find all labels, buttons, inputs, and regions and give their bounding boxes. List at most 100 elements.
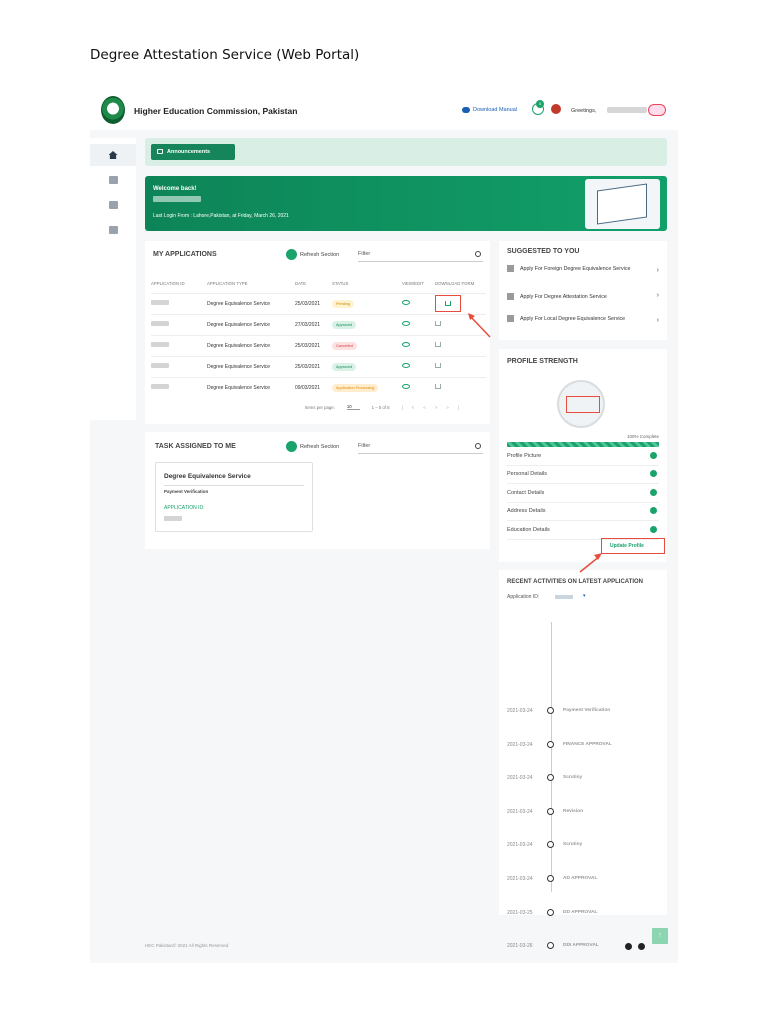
profile-item[interactable]: Contact Details — [507, 485, 659, 503]
eye-icon[interactable] — [402, 321, 410, 326]
eye-icon[interactable] — [402, 384, 410, 390]
download-icon[interactable] — [435, 342, 441, 347]
profile-item[interactable]: Address Details — [507, 503, 659, 521]
view-edit-cell — [402, 355, 435, 377]
table-row[interactable]: Degree Equivalence Service 25/03/2021 Ap… — [151, 355, 486, 377]
top-bar: Higher Education Commission, Pakistan Do… — [90, 90, 678, 130]
check-circle-icon — [650, 470, 657, 477]
redacted-id — [151, 363, 169, 368]
service-icon — [507, 315, 514, 322]
timeline-label: DDI APPROVAL — [563, 943, 599, 949]
timeline-line — [551, 622, 552, 892]
table-row[interactable]: Degree Equivalence Service 25/03/2021 Pe… — [151, 292, 486, 314]
timeline-dot-icon — [547, 841, 554, 849]
download-icon[interactable] — [435, 384, 441, 390]
timeline-item: 2021-03-24 Scrutiny — [507, 841, 662, 850]
portal-screenshot: Higher Education Commission, Pakistan Do… — [90, 90, 678, 963]
pagination-nav-icons[interactable]: |<<>>| — [402, 405, 468, 410]
search-icon — [475, 251, 481, 257]
redacted-id — [151, 300, 169, 305]
chevron-right-icon: › — [656, 292, 659, 299]
announcements-button[interactable]: Announcements — [151, 144, 235, 160]
view-edit-cell — [402, 334, 435, 356]
download-manual-link[interactable]: Download Manual — [462, 107, 517, 113]
download-highlight-box — [435, 295, 461, 312]
recent-activities-card: RECENT ACTIVITIES ON LATEST APPLICATION … — [499, 570, 667, 950]
table-row[interactable]: Degree Equivalence Service 25/03/2021 Ca… — [151, 334, 486, 356]
sidebar-item-home[interactable] — [90, 144, 136, 166]
sidebar-item-bank[interactable] — [90, 219, 136, 241]
tasks-title: TASK ASSIGNED TO ME — [155, 443, 236, 450]
check-circle-icon — [650, 489, 657, 496]
chevron-right-icon: › — [656, 267, 659, 274]
timeline-label: Scrutiny — [563, 842, 583, 848]
download-icon[interactable] — [435, 321, 441, 326]
sidebar — [90, 138, 136, 420]
tasks-refresh-button[interactable]: Refresh Section — [286, 441, 339, 452]
column-header: DATE — [295, 281, 307, 287]
profile-item-label: Profile Picture — [507, 453, 542, 459]
status-badge: Approved — [332, 362, 357, 371]
application-id-label: APPLICATION ID: — [164, 505, 205, 511]
table-row[interactable]: Degree Equivalence Service 27/03/2021 Ap… — [151, 313, 486, 335]
application-id-select-label: Application ID: — [507, 594, 540, 600]
column-header: APPLICATION ID — [151, 281, 185, 287]
timeline-date: 2021-03-24 — [507, 842, 533, 849]
notification-badge: 3 — [536, 100, 544, 108]
search-icon — [475, 443, 481, 449]
apple-icon[interactable] — [625, 943, 632, 950]
items-per-page-select[interactable]: 10 — [346, 404, 360, 410]
sidebar-item-book[interactable] — [90, 169, 136, 191]
tasks-filter-input[interactable]: Filter — [358, 440, 483, 454]
application-type-cell: Degree Equivalence Service — [207, 376, 295, 398]
bank-icon — [108, 226, 118, 234]
download-icon[interactable] — [435, 363, 441, 368]
download-cell — [435, 376, 486, 398]
android-icon[interactable] — [638, 943, 645, 950]
timeline-date: 2021-03-24 — [507, 775, 533, 782]
user-avatar[interactable] — [648, 104, 666, 116]
application-type-cell: Degree Equivalence Service — [207, 355, 295, 377]
profile-item[interactable]: Personal Details — [507, 466, 659, 484]
suggestion-item[interactable]: Apply For Degree Attestation Service › — [507, 292, 659, 301]
application-date-cell: 09/03/2021 — [295, 376, 332, 398]
check-circle-icon — [650, 507, 657, 514]
scroll-to-top-button[interactable]: ↑ — [652, 928, 668, 944]
redacted-application-id[interactable] — [555, 595, 573, 599]
task-item[interactable]: Degree Equivalence Service Payment Verif… — [155, 462, 313, 532]
timeline-item: 2021-03-25 DD APPROVAL — [507, 908, 662, 918]
profile-item[interactable]: Profile Picture — [507, 448, 659, 466]
applications-refresh-button[interactable]: Refresh Section — [286, 249, 339, 260]
chevron-down-icon[interactable]: ▾ — [583, 593, 586, 599]
timeline-dot-icon — [547, 774, 554, 782]
download-icon[interactable] — [445, 301, 451, 306]
applications-filter-input[interactable]: Filter — [358, 248, 483, 262]
reading-illustration — [585, 179, 660, 229]
eye-icon[interactable] — [402, 363, 410, 368]
download-cell — [435, 355, 486, 377]
timeline-dot-icon — [547, 707, 554, 714]
suggestion-item[interactable]: Apply For Local Degree Equivalence Servi… — [507, 315, 659, 324]
timeline-item: 2021-03-24 Revision — [507, 807, 662, 817]
timeline-dot-icon — [547, 740, 554, 748]
timeline-label: AD APPROVAL — [563, 876, 598, 881]
table-header-row: APPLICATION ID APPLICATION TYPE DATE STA… — [151, 275, 486, 293]
status-badge: Approved — [332, 320, 357, 329]
column-header: STATUS — [332, 281, 349, 287]
update-profile-label: Update Profile — [610, 543, 644, 549]
timeline-item: 2021-03-24 Payment Verification — [507, 707, 662, 716]
redacted-id — [164, 516, 182, 521]
eye-icon[interactable] — [402, 300, 410, 305]
my-applications-title: MY APPLICATIONS — [153, 251, 217, 258]
eye-icon[interactable] — [402, 342, 410, 347]
suggestion-item[interactable]: Apply For Foreign Degree Equivalence Ser… — [507, 265, 659, 274]
update-profile-button[interactable]: Update Profile — [601, 538, 665, 554]
timeline-date: 2021-03-26 — [507, 943, 533, 950]
document-title: Degree Attestation Service (Web Portal) — [90, 47, 360, 63]
suggested-card: SUGGESTED TO YOU Apply For Foreign Degre… — [499, 241, 667, 340]
sidebar-item-list[interactable] — [90, 194, 136, 216]
timeline-label: DD APPROVAL — [563, 909, 598, 915]
language-flag-icon[interactable] — [551, 104, 561, 114]
table-row[interactable]: Degree Equivalence Service 09/03/2021 Ap… — [151, 376, 486, 398]
timeline-date: 2021-03-25 — [507, 909, 533, 916]
